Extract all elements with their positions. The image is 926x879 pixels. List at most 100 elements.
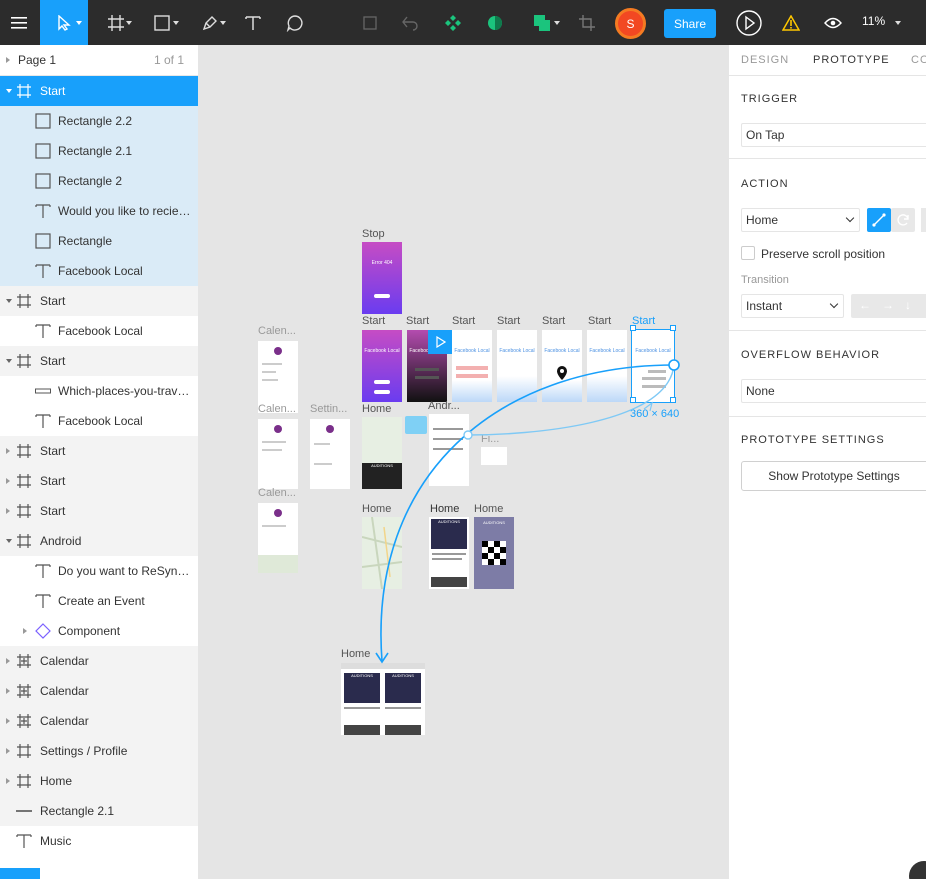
layer-row[interactable]: Settings / Profile: [0, 736, 198, 766]
trigger-select[interactable]: On Tap: [741, 123, 926, 147]
layer-row[interactable]: Facebook Local: [0, 316, 198, 346]
divider: [729, 158, 926, 159]
mask-button[interactable]: [480, 0, 510, 45]
layer-row[interactable]: Calendar: [0, 646, 198, 676]
layer-row[interactable]: Rectangle 2: [0, 166, 198, 196]
connection-line-secondary[interactable]: [467, 364, 675, 436]
create-frame-button[interactable]: [356, 0, 384, 45]
arrow-right-icon[interactable]: →: [882, 298, 894, 312]
layer-name: Calendar: [40, 684, 89, 698]
chevron-right-icon[interactable]: [6, 748, 10, 754]
present-button[interactable]: [734, 0, 764, 45]
layer-row[interactable]: Android: [0, 526, 198, 556]
chevron-right-icon[interactable]: [6, 478, 10, 484]
zoom-dropdown[interactable]: 11%: [862, 14, 885, 28]
chevron-right-icon[interactable]: [6, 658, 10, 664]
layer-type-icon: [35, 323, 51, 339]
layer-row[interactable]: Start: [0, 346, 198, 376]
chevron-right-icon[interactable]: [6, 718, 10, 724]
layer-name: Calendar: [40, 714, 89, 728]
share-button[interactable]: Share: [664, 9, 716, 38]
chevron-down-icon[interactable]: [6, 299, 12, 303]
chevron-down-icon[interactable]: [6, 359, 12, 363]
smart-animate-button[interactable]: [891, 208, 915, 232]
text-icon: [35, 414, 51, 428]
page-selector[interactable]: Page 1 1 of 1: [0, 45, 198, 76]
layer-row[interactable]: Facebook Local: [0, 406, 198, 436]
page-count: 1 of 1: [153, 53, 184, 67]
transition-select[interactable]: Instant: [741, 294, 844, 318]
connection-line-primary[interactable]: [380, 364, 675, 662]
layer-row[interactable]: Start: [0, 76, 198, 106]
layer-name: Rectangle 2: [58, 174, 123, 188]
layer-row[interactable]: Calendar: [0, 706, 198, 736]
chevron-right-icon[interactable]: [6, 448, 10, 454]
crop-button[interactable]: [574, 0, 600, 45]
text-icon: [35, 324, 51, 338]
help-button[interactable]: [909, 861, 926, 879]
warning-button[interactable]: [780, 0, 802, 45]
shape-tool-button[interactable]: [142, 0, 182, 45]
chevron-right-icon[interactable]: [6, 508, 10, 514]
arrow-down-icon[interactable]: ↓: [905, 298, 911, 312]
preserve-scroll-checkbox[interactable]: [741, 246, 755, 260]
arrow-left-icon[interactable]: ←: [859, 298, 871, 312]
connection-start-node[interactable]: [668, 359, 680, 371]
layer-row[interactable]: Start: [0, 496, 198, 526]
tab-design[interactable]: DESIGN: [741, 54, 789, 66]
layer-name: Start: [40, 474, 66, 488]
canvas[interactable]: Stop Error 404 Start Facebook Local Star…: [198, 45, 728, 879]
show-prototype-settings-button[interactable]: Show Prototype Settings: [741, 461, 926, 491]
layer-row[interactable]: Calendar: [0, 676, 198, 706]
text-tool-icon: [245, 15, 261, 30]
layer-row[interactable]: Would you like to recieve n...: [0, 196, 198, 226]
layer-row[interactable]: Which-places-you-travel-to: [0, 376, 198, 406]
layer-row[interactable]: Rectangle 2.2: [0, 106, 198, 136]
move-tool-button[interactable]: [40, 0, 88, 45]
chevron-down-icon[interactable]: [6, 89, 12, 93]
chevron-right-icon[interactable]: [6, 688, 10, 694]
boolean-button[interactable]: [522, 0, 562, 45]
mask-icon: [488, 15, 502, 30]
layer-row[interactable]: Rectangle 2.1: [0, 796, 198, 826]
tab-prototype[interactable]: PROTOTYPE: [813, 54, 890, 66]
main-menu-button[interactable]: [0, 0, 38, 45]
chevron-right-icon[interactable]: [23, 628, 27, 634]
chevron-down-icon[interactable]: [6, 539, 12, 543]
connection-end-node[interactable]: [463, 430, 473, 440]
page-name: Page 1: [18, 53, 57, 67]
layer-row[interactable]: Rectangle: [0, 226, 198, 256]
layer-row[interactable]: Home: [0, 766, 198, 796]
overflow-select[interactable]: None: [741, 379, 926, 403]
frame-icon: [17, 744, 31, 758]
layer-row[interactable]: Rectangle 2.1: [0, 136, 198, 166]
layer-row[interactable]: Start: [0, 466, 198, 496]
layer-row[interactable]: Create an Event: [0, 586, 198, 616]
view-settings-button[interactable]: [820, 0, 846, 45]
divider: [729, 416, 926, 417]
layer-row[interactable]: Music: [0, 826, 198, 856]
layer-type-icon: [16, 83, 32, 99]
create-component-button[interactable]: [438, 0, 468, 45]
layer-type-icon: [16, 803, 32, 819]
layer-row[interactable]: Start: [0, 436, 198, 466]
layer-row[interactable]: Do you want to ReSync with...: [0, 556, 198, 586]
frame-tool-button[interactable]: [96, 0, 136, 45]
pen-tool-button[interactable]: [190, 0, 230, 45]
tab-code[interactable]: CO: [911, 54, 926, 66]
chevron-down-icon: [845, 213, 855, 223]
layer-name: Rectangle 2.2: [58, 114, 133, 128]
comment-tool-button[interactable]: [280, 0, 310, 45]
chevron-right-icon[interactable]: [6, 778, 10, 784]
layer-type-icon: [35, 563, 51, 579]
overflow-button[interactable]: [921, 208, 926, 232]
undo-button[interactable]: [396, 0, 424, 45]
avatar[interactable]: S: [615, 8, 646, 39]
layer-row[interactable]: Facebook Local: [0, 256, 198, 286]
layer-row[interactable]: Start: [0, 286, 198, 316]
text-tool-button[interactable]: [238, 0, 268, 45]
layer-row[interactable]: Component: [0, 616, 198, 646]
frame-icon: [108, 14, 124, 31]
action-select[interactable]: Home: [741, 208, 860, 232]
animation-curve-button[interactable]: [867, 208, 891, 232]
